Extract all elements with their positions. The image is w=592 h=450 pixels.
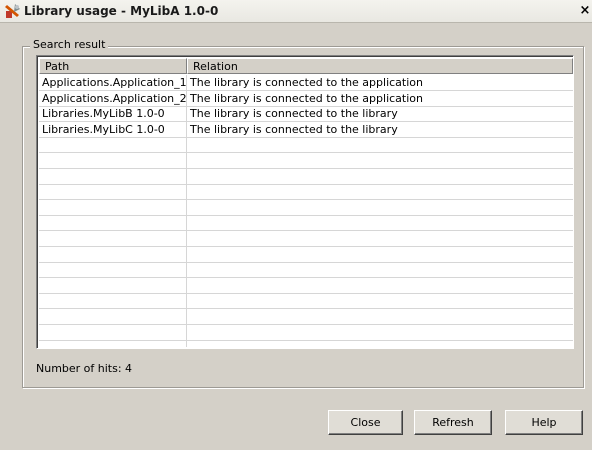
path-cell <box>39 137 187 152</box>
relation-cell <box>187 325 573 340</box>
empty-table-row[interactable] <box>39 231 573 247</box>
path-cell <box>39 309 187 324</box>
column-header-path[interactable]: Path <box>39 58 187 74</box>
path-cell: Applications.Application_2 <box>42 91 187 105</box>
relation-cell: The library is connected to the library <box>190 122 398 136</box>
close-window-icon[interactable]: × <box>578 3 592 19</box>
path-cell <box>39 231 187 246</box>
empty-table-row[interactable] <box>39 278 573 294</box>
relation-cell <box>187 293 573 308</box>
path-cell <box>39 340 187 348</box>
relation-cell: The library is connected to the applicat… <box>190 76 423 89</box>
relation-cell <box>187 278 573 293</box>
path-cell <box>39 153 187 168</box>
relation-cell <box>187 231 573 246</box>
empty-table-row[interactable] <box>39 309 573 325</box>
table-header: Path Relation <box>39 58 573 75</box>
path-cell: Libraries.MyLibB 1.0-0 <box>42 107 165 121</box>
relation-cell <box>187 200 573 215</box>
empty-table-row[interactable] <box>39 262 573 279</box>
empty-table-row[interactable] <box>39 215 573 232</box>
library-tools-icon <box>5 4 20 18</box>
empty-table-row[interactable] <box>39 137 573 154</box>
refresh-button[interactable]: Refresh <box>414 410 492 435</box>
results-table[interactable]: Path Relation Applications.Application_1… <box>36 55 574 349</box>
path-cell <box>39 247 187 262</box>
column-header-relation[interactable]: Relation <box>187 58 573 74</box>
path-cell <box>39 278 187 293</box>
relation-cell: The library is connected to the library <box>190 107 398 121</box>
table-row[interactable]: Applications.Application_2 The library is… <box>39 91 573 107</box>
empty-table-row[interactable] <box>39 153 573 169</box>
relation-cell <box>187 169 573 184</box>
window-title: Library usage - MyLibA 1.0-0 <box>24 4 219 18</box>
relation-cell <box>187 247 573 262</box>
relation-cell <box>187 215 573 230</box>
relation-cell <box>187 309 573 324</box>
empty-table-row[interactable] <box>39 247 573 263</box>
title-bar[interactable]: Library usage - MyLibA 1.0-0 × <box>0 0 592 23</box>
hits-count: Number of hits: 4 <box>36 362 133 375</box>
path-cell: Applications.Application_1 <box>42 76 187 89</box>
path-cell <box>39 262 187 277</box>
path-cell <box>39 215 187 230</box>
path-cell <box>39 184 187 199</box>
relation-cell <box>187 262 573 277</box>
help-button[interactable]: Help <box>505 410 583 435</box>
empty-table-row[interactable] <box>39 169 573 185</box>
close-button[interactable]: Close <box>328 410 403 435</box>
empty-table-row[interactable] <box>39 340 573 348</box>
relation-cell <box>187 184 573 199</box>
path-cell <box>39 293 187 308</box>
empty-table-row[interactable] <box>39 325 573 341</box>
table-row[interactable]: Libraries.MyLibC 1.0-0 The library is con… <box>39 122 573 138</box>
table-row[interactable]: Applications.Application_1 The library is… <box>39 75 573 91</box>
relation-cell <box>187 340 573 348</box>
path-cell <box>39 325 187 340</box>
path-cell <box>39 200 187 215</box>
empty-table-row[interactable] <box>39 184 573 201</box>
empty-table-row[interactable] <box>39 200 573 216</box>
relation-cell: The library is connected to the applicat… <box>190 91 423 105</box>
relation-cell <box>187 137 573 152</box>
table-row[interactable]: Libraries.MyLibB 1.0-0 The library is con… <box>39 106 573 123</box>
search-result-legend: Search result <box>30 38 109 51</box>
empty-table-row[interactable] <box>39 293 573 310</box>
relation-cell <box>187 153 573 168</box>
path-cell <box>39 169 187 184</box>
path-cell: Libraries.MyLibC 1.0-0 <box>42 122 165 136</box>
